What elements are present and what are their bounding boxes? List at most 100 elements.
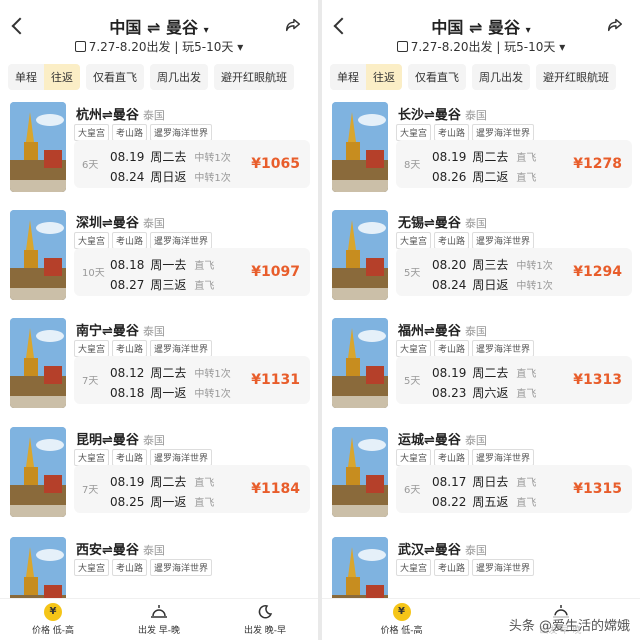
list-item[interactable]: 昆明⇌曼谷 泰国 大皇宫 考山路 暹罗海洋世界 7天 08.19 周二去 直飞 08.… [8, 425, 310, 523]
outbound-weekday: 周一去 [150, 258, 187, 272]
sort-departure-early-button[interactable]: 出发 早-晚 [106, 599, 212, 640]
filter-weekday[interactable]: 周几出发 [472, 64, 530, 90]
swap-icon: ⇌ [424, 543, 435, 558]
list-item[interactable]: 长沙⇌曼谷 泰国 大皇宫 考山路 暹罗海洋世界 8天 08.19 周二去 直飞 08.… [330, 100, 632, 198]
filter-direct-only[interactable]: 仅看直飞 [408, 64, 466, 90]
tag: 暹罗海洋世界 [472, 559, 535, 576]
swap-icon: ⇌ [468, 18, 483, 37]
list-item[interactable]: 深圳⇌曼谷 泰国 大皇宫 考山路 暹罗海洋世界 10天 08.18 周一去 直飞 08… [8, 208, 310, 306]
date-range: 7.27-8.20出发 [410, 40, 493, 54]
coin-icon-wrap: ¥ [44, 603, 62, 621]
destination-thumbnail [10, 210, 66, 300]
tag: 考山路 [112, 232, 148, 249]
return-weekday: 周一返 [150, 386, 187, 400]
toggle-oneway[interactable]: 单程 [330, 64, 366, 90]
coin-icon-wrap: ¥ [392, 603, 411, 621]
list-item[interactable]: 运城⇌曼谷 泰国 大皇宫 考山路 暹罗海洋世界 6天 08.17 周日去 直飞 08.… [330, 425, 632, 523]
country: 泰国 [142, 109, 165, 122]
tag: 大皇宫 [396, 559, 432, 576]
attraction-tags: 大皇宫 考山路 暹罗海洋世界 [396, 340, 535, 357]
toggle-roundtrip[interactable]: 往返 [366, 64, 402, 90]
swap-icon: ⇌ [424, 433, 435, 448]
sort-bar: ¥ 价格 低-高 出发 早-晚 出发 晚-早 [0, 598, 318, 640]
filter-avoid-redeye[interactable]: 避开红眼航班 [214, 64, 294, 90]
route: 福州⇌曼谷 泰国 [398, 320, 487, 339]
right-panel: 中国 ⇌ 曼谷 ▾ 7.27-8.20出发 | 玩5-10天 ▾ 单程 往返 仅… [322, 0, 640, 640]
return-weekday: 周一返 [150, 495, 187, 509]
tag: 暹罗海洋世界 [472, 232, 535, 249]
outbound-weekday: 周二去 [150, 366, 187, 380]
origin-city: 运城 [398, 433, 425, 448]
list-item[interactable]: 杭州⇌曼谷 泰国 大皇宫 考山路 暹罗海洋世界 6天 08.19 周二去 中转1次 0… [8, 100, 310, 198]
outbound-leg: 08.19 周二去 直飞 [432, 148, 536, 165]
tag: 大皇宫 [74, 559, 110, 576]
price: ¥1294 [573, 264, 622, 280]
chevron-down-icon: ▾ [525, 25, 531, 36]
list-item[interactable]: 无锡⇌曼谷 泰国 大皇宫 考山路 暹罗海洋世界 5天 08.20 周三去 中转1次 0… [330, 208, 632, 306]
swap-icon: ⇌ [146, 18, 161, 37]
route: 武汉⇌曼谷 泰国 [398, 539, 487, 558]
destination-thumbnail [332, 210, 388, 300]
filter-bar: 单程 往返 仅看直飞 周几出发 避开红眼航班 [330, 64, 632, 90]
origin-city: 武汉 [398, 543, 425, 558]
list-item[interactable]: 南宁⇌曼谷 泰国 大皇宫 考山路 暹罗海洋世界 7天 08.12 周二去 中转1次 0… [8, 316, 310, 414]
tag: 考山路 [434, 124, 470, 141]
country: 泰国 [464, 325, 487, 338]
chevron-down-icon: ▾ [237, 40, 244, 54]
origin-city: 深圳 [76, 216, 103, 231]
trip-days: 8天 [404, 160, 421, 171]
return-type: 中转1次 [516, 281, 553, 292]
filter-weekday[interactable]: 周几出发 [150, 64, 208, 90]
swap-icon: ⇌ [102, 324, 113, 339]
return-date: 08.24 [432, 278, 467, 292]
return-weekday: 周五返 [472, 495, 509, 509]
flight-summary: 10天 08.18 周一去 直飞 08.27 周三返 直飞 ¥1097 [74, 248, 310, 296]
swap-icon: ⇌ [102, 543, 113, 558]
route: 昆明⇌曼谷 泰国 [76, 429, 165, 448]
trip-settings[interactable]: 7.27-8.20出发 | 玩5-10天 ▾ [0, 38, 318, 55]
coin-icon: ¥ [392, 603, 411, 621]
tag: 暹罗海洋世界 [472, 124, 535, 141]
sort-bar: ¥价格 低-高出发 早-晚头条 @爱生活的嫦娥 [322, 598, 640, 640]
tag: 暹罗海洋世界 [472, 449, 535, 466]
sort-departure-late-button[interactable]: 出发 晚-早 [212, 599, 318, 640]
return-leg: 08.18 周一返 中转1次 [110, 384, 231, 401]
outbound-date: 08.19 [432, 150, 467, 164]
return-type: 直飞 [516, 498, 537, 509]
outbound-date: 08.19 [110, 150, 145, 164]
attraction-tags: 大皇宫 考山路 暹罗海洋世界 [396, 232, 535, 249]
tag: 大皇宫 [396, 340, 432, 357]
sort-label: 价格 低-高 [380, 626, 423, 636]
return-leg: 08.27 周三返 直飞 [110, 276, 214, 293]
destination-thumbnail [332, 427, 388, 517]
route-title[interactable]: 中国 ⇌ 曼谷 ▾ [0, 14, 318, 38]
outbound-weekday: 周二去 [472, 150, 509, 164]
filter-avoid-redeye[interactable]: 避开红眼航班 [536, 64, 616, 90]
price: ¥1184 [251, 481, 300, 497]
return-type: 直飞 [516, 389, 537, 400]
outbound-date: 08.18 [110, 258, 145, 272]
flight-summary: 5天 08.19 周二去 直飞 08.23 周六返 直飞 ¥1313 [396, 356, 632, 404]
sort-label: 价格 低-高 [31, 626, 75, 636]
trip-settings[interactable]: 7.27-8.20出发 | 玩5-10天 ▾ [322, 38, 640, 55]
share-icon[interactable] [606, 16, 624, 34]
return-weekday: 周日返 [150, 170, 187, 184]
duration: 玩5-10天 [182, 40, 234, 54]
divider: | [174, 40, 183, 54]
outbound-weekday: 周三去 [472, 258, 509, 272]
filter-direct-only[interactable]: 仅看直飞 [86, 64, 144, 90]
route-title[interactable]: 中国 ⇌ 曼谷 ▾ [322, 14, 640, 38]
destination-city: 曼谷 [434, 216, 461, 231]
sort-price-button[interactable]: ¥ 价格 低-高 [0, 599, 106, 640]
destination-city: 曼谷 [112, 108, 139, 123]
share-icon[interactable] [284, 16, 302, 34]
toggle-oneway[interactable]: 单程 [8, 64, 44, 90]
sort-price-button[interactable]: ¥ 价格 低-高 [322, 599, 481, 640]
toggle-roundtrip[interactable]: 往返 [44, 64, 80, 90]
origin-city: 昆明 [76, 433, 103, 448]
list-item[interactable]: 福州⇌曼谷 泰国 大皇宫 考山路 暹罗海洋世界 5天 08.19 周二去 直飞 08.… [330, 316, 632, 414]
route: 深圳⇌曼谷 泰国 [76, 212, 165, 231]
tag: 暹罗海洋世界 [150, 340, 213, 357]
tag: 暹罗海洋世界 [150, 232, 213, 249]
price: ¥1315 [573, 481, 622, 497]
